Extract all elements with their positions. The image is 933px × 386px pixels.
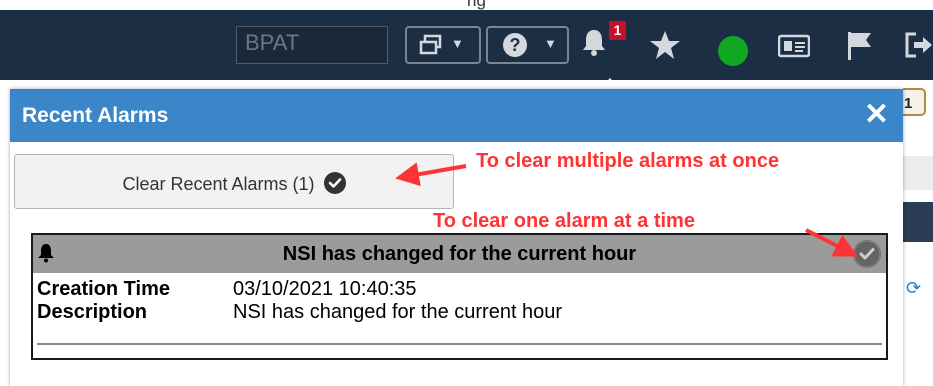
arrow-to-clear-button: [395, 162, 467, 187]
annotation-clear-multiple: To clear multiple alarms at once: [476, 150, 780, 172]
arrow-to-alarm-check: [805, 228, 859, 257]
annotation-arrows: [395, 162, 859, 257]
annotation-clear-single: To clear one alarm at a time: [433, 210, 695, 232]
